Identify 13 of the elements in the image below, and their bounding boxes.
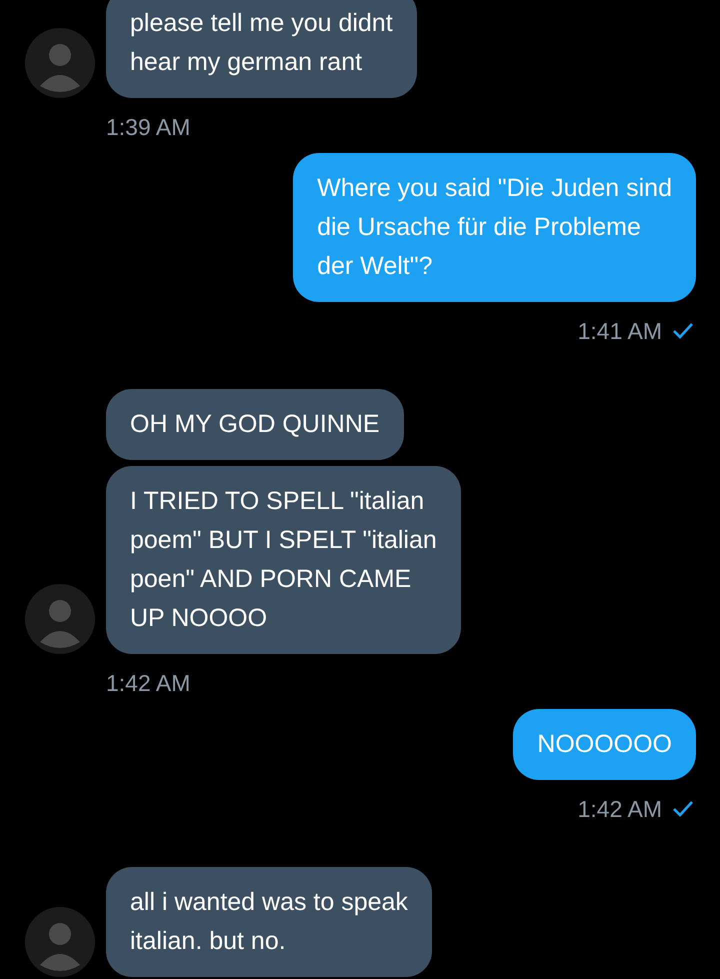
message-bubble: please tell me you didnt hear my german rant: [106, 0, 417, 98]
avatar[interactable]: [25, 907, 95, 977]
message-bubble: all i wanted was to speak italian. but no.: [106, 867, 432, 977]
timestamp: 1:41 AM: [578, 317, 662, 346]
message-bubble: OH MY GOD QUINNE: [106, 389, 404, 460]
avatar[interactable]: [25, 28, 95, 98]
avatar[interactable]: [25, 584, 95, 654]
timestamp: 1:39 AM: [106, 113, 190, 142]
message-bubble: NOOOOOO: [513, 709, 696, 780]
message-bubble: Where you said "Die Juden sind die Ursache für die Probleme der Welt"?: [293, 153, 696, 302]
message-bubble: I TRIED TO SPELL "italian poem" BUT I SPELT "italian poen" AND PORN CAME UP NOOOO: [106, 466, 461, 654]
timestamp: 1:42 AM: [106, 669, 190, 698]
timestamp: 1:42 AM: [578, 795, 662, 824]
